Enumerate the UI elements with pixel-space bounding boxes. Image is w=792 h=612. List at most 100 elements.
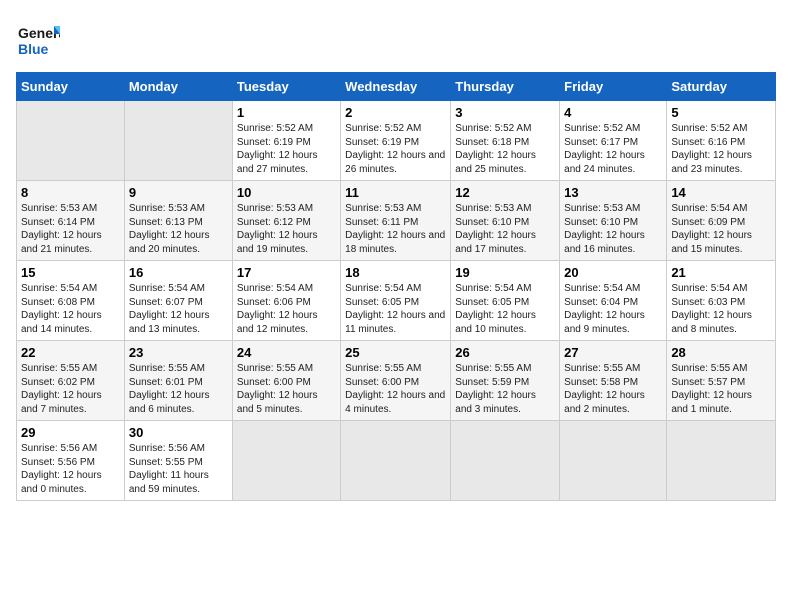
day-number: 24	[237, 345, 336, 360]
day-info: Sunrise: 5:53 AMSunset: 6:14 PMDaylight:…	[21, 202, 120, 256]
day-info: Sunrise: 5:53 AMSunset: 6:11 PMDaylight:…	[345, 202, 446, 256]
day-info: Sunrise: 5:56 AMSunset: 5:55 PMDaylight:…	[129, 442, 228, 496]
calendar-day-cell: 4Sunrise: 5:52 AMSunset: 6:17 PMDaylight…	[560, 101, 667, 181]
day-info: Sunrise: 5:55 AMSunset: 5:58 PMDaylight:…	[564, 362, 662, 416]
calendar-day-cell: 14Sunrise: 5:54 AMSunset: 6:09 PMDayligh…	[667, 181, 776, 261]
calendar-week-row: 15 Sunrise: 5:54 AMSunset: 6:08 PMDayligh…	[17, 261, 776, 341]
calendar-day-cell	[451, 421, 560, 501]
day-number: 9	[129, 185, 228, 200]
day-number: 20	[564, 265, 662, 280]
day-info: Sunrise: 5:55 AMSunset: 5:59 PMDaylight:…	[455, 362, 555, 416]
day-number: 27	[564, 345, 662, 360]
calendar-day-cell: 17Sunrise: 5:54 AMSunset: 6:06 PMDayligh…	[232, 261, 340, 341]
day-info: Sunrise: 5:52 AMSunset: 6:19 PMDaylight:…	[345, 122, 446, 176]
calendar-day-cell: 30 Sunrise: 5:56 AMSunset: 5:55 PMDayligh…	[124, 421, 232, 501]
day-number: 22	[21, 345, 120, 360]
calendar-day-cell: 15 Sunrise: 5:54 AMSunset: 6:08 PMDayligh…	[17, 261, 125, 341]
day-info: Sunrise: 5:55 AMSunset: 6:00 PMDaylight:…	[237, 362, 336, 416]
day-info: Sunrise: 5:55 AMSunset: 6:00 PMDaylight:…	[345, 362, 446, 416]
calendar-header-row: SundayMondayTuesdayWednesdayThursdayFrid…	[17, 73, 776, 101]
day-number: 2	[345, 105, 446, 120]
logo-icon: General Blue	[16, 18, 60, 62]
day-info: Sunrise: 5:55 AMSunset: 6:02 PMDaylight:…	[21, 362, 120, 416]
calendar-week-row: 8 Sunrise: 5:53 AMSunset: 6:14 PMDaylight…	[17, 181, 776, 261]
day-of-week-header: Thursday	[451, 73, 560, 101]
day-number: 28	[671, 345, 771, 360]
day-number: 1	[237, 105, 336, 120]
day-info: Sunrise: 5:54 AMSunset: 6:05 PMDaylight:…	[345, 282, 446, 336]
day-number: 16	[129, 265, 228, 280]
day-number: 30	[129, 425, 228, 440]
calendar-day-cell: 20 Sunrise: 5:54 AMSunset: 6:04 PMDayligh…	[560, 261, 667, 341]
calendar-day-cell: 12Sunrise: 5:53 AMSunset: 6:10 PMDayligh…	[451, 181, 560, 261]
day-of-week-header: Friday	[560, 73, 667, 101]
day-number: 25	[345, 345, 446, 360]
day-number: 29	[21, 425, 120, 440]
day-info: Sunrise: 5:56 AMSunset: 5:56 PMDaylight:…	[21, 442, 120, 496]
calendar-day-cell: 23 Sunrise: 5:55 AMSunset: 6:01 PMDayligh…	[124, 341, 232, 421]
calendar-day-cell: 10 Sunrise: 5:53 AMSunset: 6:12 PMDayligh…	[232, 181, 340, 261]
calendar-day-cell: 5 Sunrise: 5:52 AMSunset: 6:16 PMDaylight…	[667, 101, 776, 181]
svg-text:General: General	[18, 25, 60, 41]
calendar-day-cell	[667, 421, 776, 501]
day-number: 3	[455, 105, 555, 120]
calendar-day-cell: 22 Sunrise: 5:55 AMSunset: 6:02 PMDayligh…	[17, 341, 125, 421]
calendar-day-cell: 11 Sunrise: 5:53 AMSunset: 6:11 PMDayligh…	[341, 181, 451, 261]
calendar-day-cell: 24 Sunrise: 5:55 AMSunset: 6:00 PMDayligh…	[232, 341, 340, 421]
calendar-day-cell: 27 Sunrise: 5:55 AMSunset: 5:58 PMDayligh…	[560, 341, 667, 421]
calendar-day-cell: 21 Sunrise: 5:54 AMSunset: 6:03 PMDayligh…	[667, 261, 776, 341]
calendar-day-cell: 13 Sunrise: 5:53 AMSunset: 6:10 PMDayligh…	[560, 181, 667, 261]
day-info: Sunrise: 5:53 AMSunset: 6:13 PMDaylight:…	[129, 202, 228, 256]
calendar-table: SundayMondayTuesdayWednesdayThursdayFrid…	[16, 72, 776, 501]
day-info: Sunrise: 5:52 AMSunset: 6:16 PMDaylight:…	[671, 122, 771, 176]
calendar-day-cell	[341, 421, 451, 501]
calendar-day-cell: 8 Sunrise: 5:53 AMSunset: 6:14 PMDaylight…	[17, 181, 125, 261]
day-info: Sunrise: 5:54 AMSunset: 6:03 PMDaylight:…	[671, 282, 771, 336]
calendar-day-cell: 1 Sunrise: 5:52 AMSunset: 6:19 PMDaylight…	[232, 101, 340, 181]
day-info: Sunrise: 5:54 AMSunset: 6:04 PMDaylight:…	[564, 282, 662, 336]
calendar-day-cell	[124, 101, 232, 181]
day-number: 10	[237, 185, 336, 200]
calendar-day-cell: 18 Sunrise: 5:54 AMSunset: 6:05 PMDayligh…	[341, 261, 451, 341]
calendar-day-cell	[232, 421, 340, 501]
calendar-day-cell: 28Sunrise: 5:55 AMSunset: 5:57 PMDayligh…	[667, 341, 776, 421]
calendar-day-cell: 9 Sunrise: 5:53 AMSunset: 6:13 PMDaylight…	[124, 181, 232, 261]
calendar-day-cell: 26 Sunrise: 5:55 AMSunset: 5:59 PMDayligh…	[451, 341, 560, 421]
calendar-day-cell	[560, 421, 667, 501]
page-header: General Blue	[16, 16, 776, 62]
day-number: 18	[345, 265, 446, 280]
day-number: 15	[21, 265, 120, 280]
day-number: 21	[671, 265, 771, 280]
day-info: Sunrise: 5:52 AMSunset: 6:19 PMDaylight:…	[237, 122, 336, 176]
day-number: 8	[21, 185, 120, 200]
svg-text:Blue: Blue	[18, 41, 49, 57]
calendar-day-cell: 3Sunrise: 5:52 AMSunset: 6:18 PMDaylight…	[451, 101, 560, 181]
day-of-week-header: Saturday	[667, 73, 776, 101]
day-of-week-header: Wednesday	[341, 73, 451, 101]
day-number: 13	[564, 185, 662, 200]
day-number: 12	[455, 185, 555, 200]
day-number: 5	[671, 105, 771, 120]
day-number: 17	[237, 265, 336, 280]
calendar-day-cell: 19 Sunrise: 5:54 AMSunset: 6:05 PMDayligh…	[451, 261, 560, 341]
day-info: Sunrise: 5:54 AMSunset: 6:07 PMDaylight:…	[129, 282, 228, 336]
calendar-day-cell: 16 Sunrise: 5:54 AMSunset: 6:07 PMDayligh…	[124, 261, 232, 341]
day-of-week-header: Monday	[124, 73, 232, 101]
day-info: Sunrise: 5:53 AMSunset: 6:12 PMDaylight:…	[237, 202, 336, 256]
logo: General Blue	[16, 16, 60, 62]
day-info: Sunrise: 5:54 AMSunset: 6:08 PMDaylight:…	[21, 282, 120, 336]
calendar-day-cell: 25 Sunrise: 5:55 AMSunset: 6:00 PMDayligh…	[341, 341, 451, 421]
day-number: 26	[455, 345, 555, 360]
calendar-day-cell	[17, 101, 125, 181]
day-number: 23	[129, 345, 228, 360]
day-info: Sunrise: 5:55 AMSunset: 6:01 PMDaylight:…	[129, 362, 228, 416]
day-info: Sunrise: 5:53 AMSunset: 6:10 PMDaylight:…	[564, 202, 662, 256]
calendar-week-row: 1 Sunrise: 5:52 AMSunset: 6:19 PMDaylight…	[17, 101, 776, 181]
calendar-week-row: 22 Sunrise: 5:55 AMSunset: 6:02 PMDayligh…	[17, 341, 776, 421]
day-number: 19	[455, 265, 555, 280]
day-number: 11	[345, 185, 446, 200]
day-info: Sunrise: 5:54 AMSunset: 6:05 PMDaylight:…	[455, 282, 555, 336]
day-number: 4	[564, 105, 662, 120]
day-of-week-header: Tuesday	[232, 73, 340, 101]
calendar-body: 1 Sunrise: 5:52 AMSunset: 6:19 PMDaylight…	[17, 101, 776, 501]
